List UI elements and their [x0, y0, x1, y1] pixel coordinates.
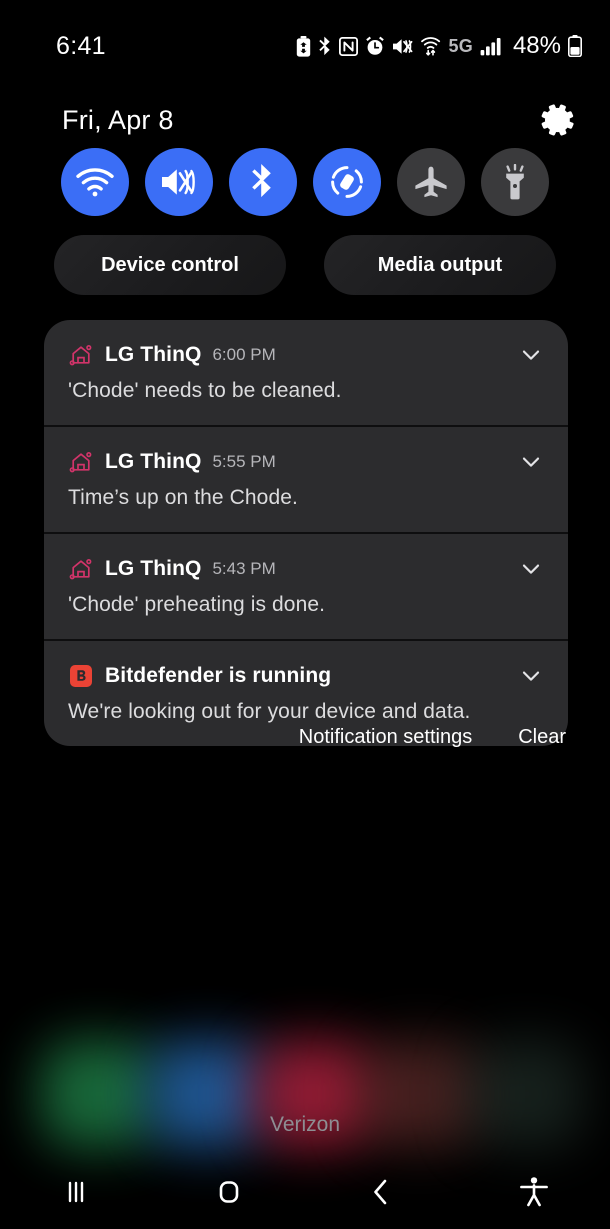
notification-header: LG ThinQ 5:43 PM	[68, 554, 546, 584]
gear-icon[interactable]	[538, 100, 578, 140]
notification-app-name: LG ThinQ	[105, 343, 202, 366]
home-icon	[212, 1175, 246, 1214]
mute-vibrate-icon	[160, 166, 198, 198]
chevron-down-icon[interactable]	[516, 447, 546, 477]
shade-header: Fri, Apr 8	[0, 92, 610, 148]
notification-item[interactable]: LG ThinQ 5:43 PM 'Chode' preheating is d…	[44, 534, 568, 641]
lg-thinq-home-icon	[68, 556, 94, 582]
shortcut-row: Device control Media output	[0, 234, 610, 296]
notification-header: Bitdefender is running	[68, 661, 546, 691]
notification-app-name: Bitdefender is running	[105, 664, 332, 687]
battery-icon	[568, 35, 582, 57]
quick-toggle-airplane-mode[interactable]	[397, 148, 465, 216]
notification-time: 5:55 PM	[212, 452, 276, 471]
back-chevron-icon	[366, 1175, 396, 1214]
carrier-label: Verizon	[269, 1113, 341, 1136]
alarm-icon	[365, 36, 385, 56]
notification-body: 'Chode' preheating is done.	[68, 593, 326, 616]
wifi-calling-icon	[420, 36, 442, 56]
status-bar: 6:41 5G 48%	[0, 0, 610, 92]
flashlight-icon	[499, 164, 531, 200]
airplane-icon	[413, 165, 449, 199]
quick-toggle-wifi[interactable]	[61, 148, 129, 216]
battery-saver-icon	[296, 35, 311, 57]
chevron-down-icon[interactable]	[516, 554, 546, 584]
notification-time: 5:43 PM	[212, 559, 276, 578]
notification-body: 'Chode' needs to be cleaned.	[68, 379, 342, 402]
notification-header: LG ThinQ 5:55 PM	[68, 447, 546, 477]
recents-icon	[59, 1177, 93, 1212]
notification-item[interactable]: LG ThinQ 6:00 PM 'Chode' needs to be cle…	[44, 320, 568, 427]
notification-body: Time’s up on the Chode.	[68, 486, 298, 509]
quick-toggle-flashlight[interactable]	[481, 148, 549, 216]
quick-toggle-sound-mode[interactable]	[145, 148, 213, 216]
lg-thinq-home-icon	[68, 449, 94, 475]
notification-app-name: LG ThinQ	[105, 450, 202, 473]
device-control-button[interactable]: Device control	[54, 235, 286, 295]
quick-settings-row	[0, 146, 610, 218]
quick-toggle-auto-rotate[interactable]	[313, 148, 381, 216]
notification-settings-button[interactable]: Notification settings	[299, 726, 472, 749]
bluetooth-icon	[250, 163, 276, 201]
quick-settings-shade: 6:41 5G 48% Fri, Apr 8 Device control Me…	[0, 0, 610, 1229]
bluetooth-icon	[318, 36, 332, 57]
network-type-label: 5G	[448, 35, 473, 56]
recents-button[interactable]	[0, 1160, 153, 1229]
auto-rotate-icon	[329, 164, 365, 200]
quick-toggle-bluetooth[interactable]	[229, 148, 297, 216]
battery-percent-label: 48%	[512, 32, 561, 59]
notification-item[interactable]: LG ThinQ 5:55 PM Time’s up on the Chode.	[44, 427, 568, 534]
mute-vibrate-icon	[392, 37, 414, 56]
signal-bars-icon	[480, 37, 502, 56]
notification-header: LG ThinQ 6:00 PM	[68, 340, 546, 370]
bitdefender-icon	[68, 663, 94, 689]
notification-list: LG ThinQ 6:00 PM 'Chode' needs to be cle…	[44, 320, 568, 746]
nfc-icon	[338, 36, 358, 56]
notification-actions: Notification settings Clear	[299, 726, 566, 749]
chevron-down-icon[interactable]	[516, 340, 546, 370]
navigation-bar	[0, 1160, 610, 1229]
chevron-down-icon[interactable]	[516, 661, 546, 691]
status-bar-clock: 6:41	[56, 31, 106, 60]
accessibility-button[interactable]	[458, 1160, 610, 1229]
notification-body: We're looking out for your device and da…	[68, 700, 471, 723]
wifi-icon	[76, 167, 114, 197]
back-button[interactable]	[305, 1160, 458, 1229]
lg-thinq-home-icon	[68, 342, 94, 368]
notification-time: 6:00 PM	[212, 345, 276, 364]
media-output-button[interactable]: Media output	[324, 235, 556, 295]
home-button[interactable]	[153, 1160, 306, 1229]
notification-app-name: LG ThinQ	[105, 557, 202, 580]
status-bar-icons: 5G 48%	[296, 32, 582, 60]
accessibility-icon	[518, 1175, 550, 1214]
clear-button[interactable]: Clear	[518, 726, 566, 749]
date-label: Fri, Apr 8	[62, 104, 174, 135]
